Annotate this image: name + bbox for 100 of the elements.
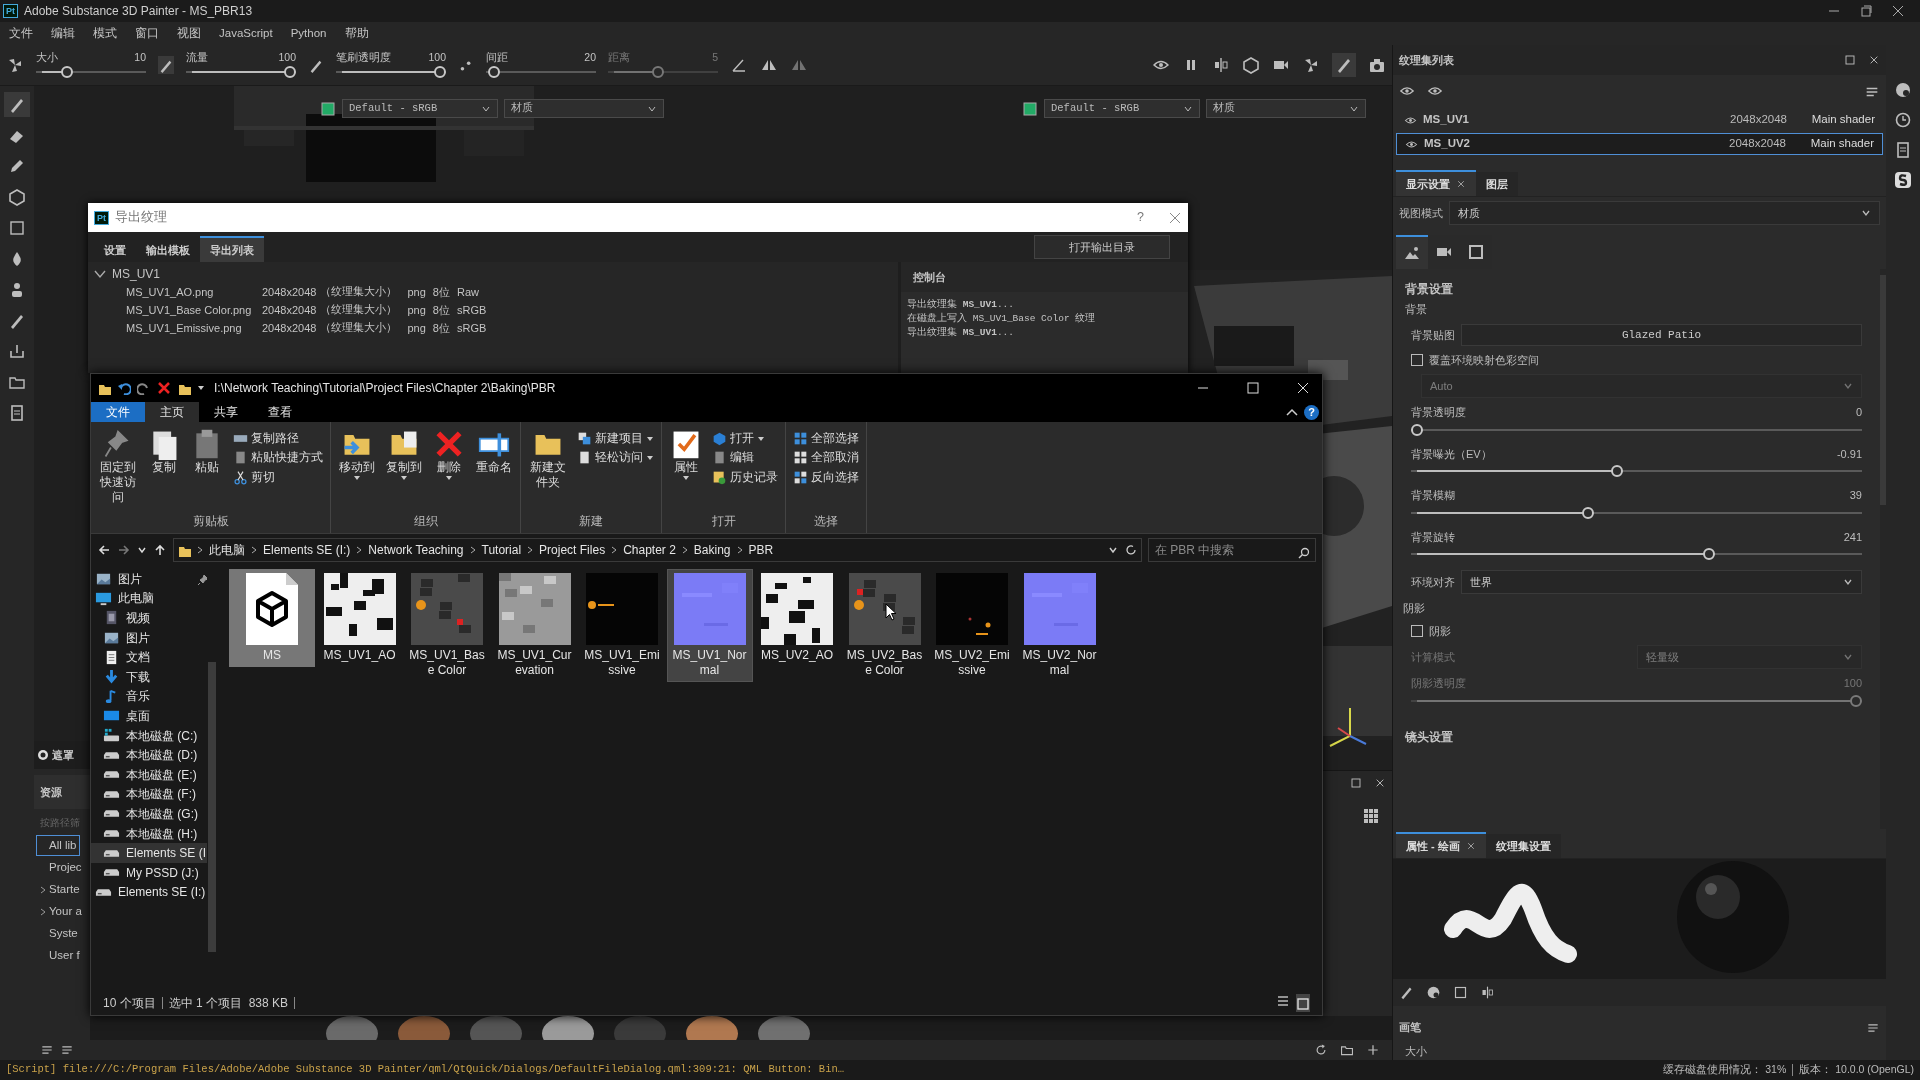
help-button[interactable]: ? (1304, 404, 1319, 420)
ribbon-tab[interactable]: 主页 (145, 402, 199, 422)
breadcrumb-item[interactable]: Baking (693, 541, 731, 559)
ribbon-tab[interactable]: 共享 (199, 402, 253, 422)
nav-item[interactable]: 下载 (91, 666, 207, 687)
ribbon-button[interactable]: 历史记录 (709, 467, 781, 487)
ribbon-button[interactable]: 编辑 (709, 448, 781, 468)
ribbon-button[interactable]: 全部选择 (790, 429, 862, 449)
file-tile[interactable]: MS_UV1_Emissive (579, 569, 665, 682)
ribbon-button[interactable]: 重命名 (472, 426, 516, 513)
ribbon-button[interactable]: 复制 (144, 426, 184, 513)
library-item[interactable]: User f (36, 944, 84, 967)
window-title: Adobe Substance 3D Painter - MS_PBR13 (24, 3, 253, 20)
nav-item[interactable]: 本地磁盘 (D:) (91, 745, 207, 765)
field-label: 计算模式 (1411, 650, 1456, 665)
ribbon-button[interactable]: 删除 (429, 426, 469, 513)
breadcrumb-item[interactable]: 此电脑 (209, 541, 245, 559)
texture-set-row[interactable]: MS_UV1 2048x2048 Main shader (1396, 109, 1883, 131)
breadcrumb-item[interactable]: Chapter 2 (623, 541, 676, 559)
file-tile[interactable]: MS_UV1_Normal (666, 569, 753, 682)
file-name: MS_UV1_Emissive (583, 648, 661, 678)
ribbon-tab[interactable]: 查看 (253, 402, 307, 422)
nav-item[interactable]: 本地磁盘 (F:) (91, 784, 207, 805)
colorspace-dropdown[interactable]: Default - sRGB (342, 99, 498, 118)
panel-tab[interactable]: 图层 (1476, 171, 1518, 196)
file-tile[interactable]: MS_UV2_Emissive (929, 569, 1015, 682)
ribbon-button[interactable]: 打开 (709, 429, 781, 449)
library-item[interactable]: Syste (36, 922, 82, 945)
ribbon-button[interactable]: 粘贴 (187, 426, 227, 513)
menu-item[interactable]: 编辑 (42, 24, 84, 43)
view-mode-dropdown[interactable]: 材质 (1449, 201, 1880, 225)
ribbon-button[interactable]: 复制到 (382, 426, 426, 513)
colorspace-dropdown[interactable]: Default - sRGB (1044, 99, 1200, 118)
ribbon-button[interactable]: 新建项目 (574, 429, 657, 449)
file-tile[interactable]: MS (229, 569, 315, 667)
ribbon-button[interactable]: 移动到 (335, 426, 379, 513)
breadcrumb-item[interactable]: Elements SE (I:) (263, 541, 351, 559)
open-output-button[interactable]: 打开输出目录 (1034, 235, 1170, 259)
ribbon-button[interactable]: 固定到快速访问 (95, 426, 141, 513)
nav-item[interactable]: 文档 (91, 647, 207, 667)
nav-item[interactable]: 本地磁盘 (H:) (91, 823, 207, 844)
library-item[interactable]: Your a (36, 900, 86, 923)
file-tile[interactable]: MS_UV1_Base Color (404, 569, 490, 682)
panel-tab[interactable]: 显示设置 (1396, 169, 1476, 196)
ribbon-button[interactable]: 反向选择 (790, 467, 862, 487)
texture-set-row[interactable]: MS_UV2 2048x2048 Main shader (1396, 133, 1883, 155)
nav-item[interactable]: My PSSD (J:) (91, 862, 207, 883)
menu-item[interactable]: 文件 (0, 24, 42, 43)
file-tile[interactable]: MS_UV2_Base Color (841, 569, 928, 682)
nav-item[interactable]: Elements SE (I:) (91, 882, 207, 903)
menu-item[interactable]: 帮助 (335, 24, 378, 43)
library-item[interactable]: Projec (36, 856, 86, 879)
file-tile[interactable]: MS_UV1_Curevation (491, 569, 578, 682)
ribbon-button[interactable]: 属性 (666, 426, 706, 513)
menu-item[interactable]: 视图 (168, 24, 210, 43)
nav-item[interactable]: 本地磁盘 (C:) (91, 725, 207, 746)
file-tab[interactable]: 文件 (91, 402, 145, 422)
menu-item[interactable]: 模式 (84, 24, 126, 43)
group-label: 组织 (412, 513, 439, 529)
tab[interactable]: 导出列表 (200, 235, 264, 262)
menu-item[interactable]: JavaScript (210, 24, 282, 43)
nav-item[interactable]: 视频 (91, 608, 207, 628)
nav-item[interactable]: Elements SE (I: (91, 843, 207, 863)
ribbon-button[interactable]: 剪切 (230, 467, 326, 487)
breadcrumb-item[interactable]: PBR (748, 541, 774, 559)
size-note: （纹理集大小） (320, 320, 398, 336)
nav-item[interactable]: 音乐 (91, 686, 207, 707)
panel-tab[interactable]: 属性 - 绘画 (1396, 831, 1486, 858)
file-tile[interactable]: MS_UV1_AO (316, 569, 403, 667)
library-item[interactable]: All lib (36, 834, 81, 857)
breadcrumb-item[interactable]: Project Files (539, 541, 606, 559)
nav-item[interactable]: 此电脑 (91, 588, 207, 609)
file-tile[interactable]: MS_UV2_AO (754, 569, 840, 667)
ribbon-button[interactable]: 新建文件夹 (525, 426, 571, 513)
nav-item[interactable]: 本地磁盘 (G:) (91, 804, 207, 824)
dropdown[interactable]: 世界 (1461, 570, 1862, 595)
menu-item[interactable]: 窗口 (126, 24, 168, 43)
breadcrumb-item[interactable]: Network Teaching (368, 541, 464, 559)
ribbon-button[interactable]: 粘贴快捷方式 (230, 448, 326, 468)
nav-item[interactable]: 图片 (91, 627, 207, 648)
ribbon-button[interactable]: 轻松访问 (574, 448, 657, 468)
nav-item[interactable]: 桌面 (91, 706, 207, 726)
breadcrumb-item[interactable]: Tutorial (481, 541, 522, 559)
view-mode-dropdown[interactable]: 材质 (504, 99, 664, 118)
group-label: 新建 (578, 513, 604, 529)
file-format: png (407, 302, 426, 318)
help-button[interactable]: ? (1137, 208, 1144, 227)
nav-item[interactable]: 本地磁盘 (E:) (91, 764, 207, 785)
file-tile[interactable]: MS_UV2_Normal (1016, 569, 1103, 682)
library-item[interactable]: Starte (36, 878, 84, 901)
ribbon-button[interactable]: 复制路径 (230, 429, 326, 449)
view-mode-dropdown[interactable]: 材质 (1206, 99, 1366, 118)
environment-map-field[interactable]: Glazed Patio (1461, 323, 1862, 346)
tab[interactable]: 输出模板 (136, 235, 200, 262)
menu-item[interactable]: Python (281, 24, 336, 43)
tab[interactable]: 设置 (94, 235, 136, 262)
ribbon-button[interactable]: 全部取消 (790, 448, 862, 468)
address-bar[interactable]: 此电脑 Elements SE (I:) Network Teaching Tutorial Project Files Chapter 2 Baking PBR (173, 538, 1142, 562)
search-field[interactable]: 在 PBR 中搜索 (1148, 538, 1316, 562)
panel-tab[interactable]: 纹理集设置 (1485, 833, 1561, 858)
